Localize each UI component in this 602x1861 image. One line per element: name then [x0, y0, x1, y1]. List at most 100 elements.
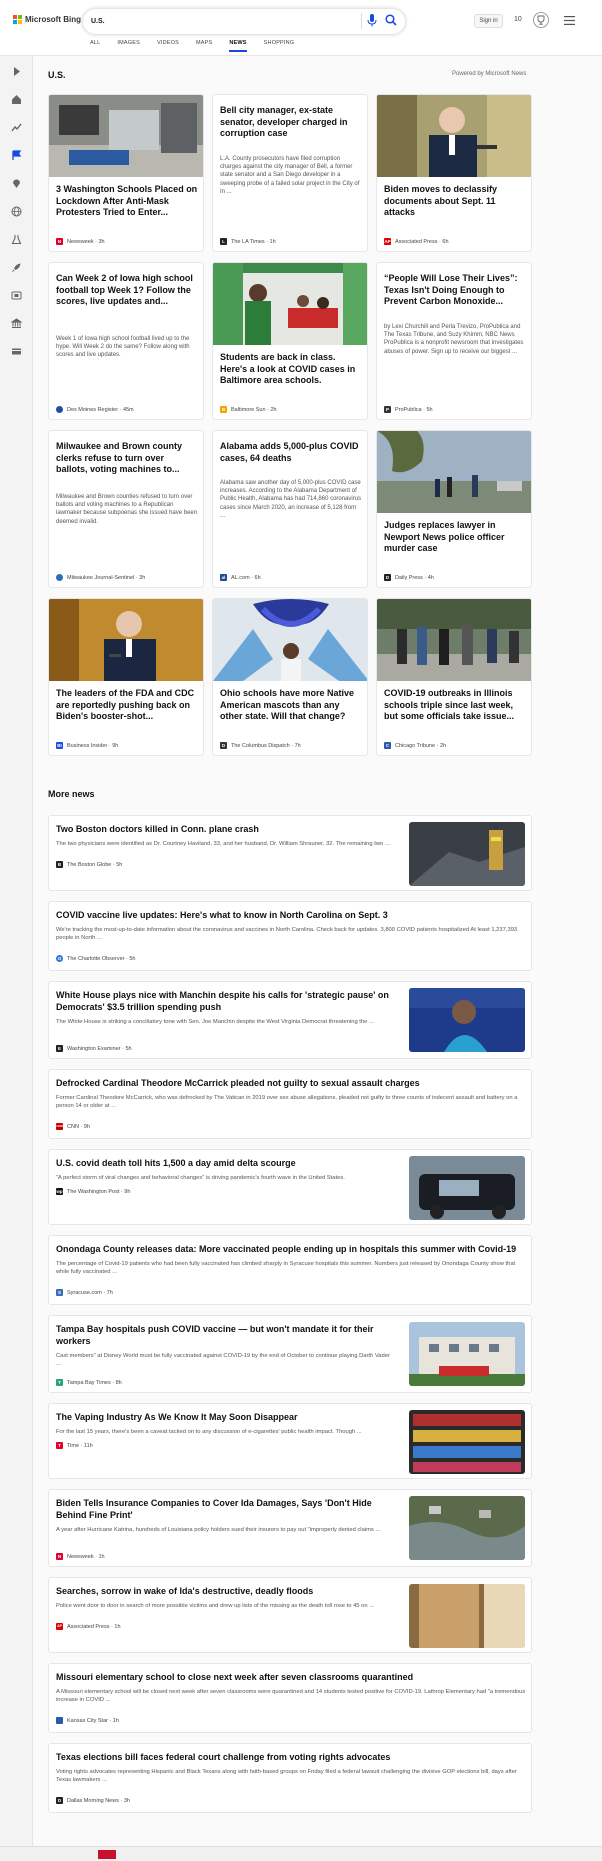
item-source[interactable]: AP Associated Press · 1h	[56, 1623, 121, 1630]
news-list-item[interactable]: Biden Tells Insurance Companies to Cover…	[48, 1489, 532, 1567]
item-source[interactable]: T Tampa Bay Times · 8h	[56, 1379, 122, 1386]
item-title[interactable]: The Vaping Industry As We Know It May So…	[56, 1411, 396, 1423]
search-input[interactable]	[91, 14, 341, 29]
news-card[interactable]: Judges replaces lawyer in Newport News p…	[376, 430, 532, 588]
card-title[interactable]: “People Will Lose Their Lives”: Texas Is…	[384, 273, 526, 308]
item-source[interactable]: Kansas City Star · 1h	[56, 1717, 119, 1724]
item-source[interactable]: O The Charlotte Observer · 5h	[56, 955, 135, 962]
card-title[interactable]: Ohio schools have more Native American m…	[220, 688, 362, 723]
card-title[interactable]: 3 Washington Schools Placed on Lockdown …	[56, 184, 198, 219]
news-card[interactable]: COVID-19 outbreaks in Illinois schools t…	[376, 598, 532, 756]
card-title[interactable]: The leaders of the FDA and CDC are repor…	[56, 688, 198, 723]
item-source[interactable]: S Syracuse.com · 7h	[56, 1289, 113, 1296]
card-title[interactable]: COVID-19 outbreaks in Illinois schools t…	[384, 688, 526, 723]
item-source[interactable]: B The Boston Globe · 5h	[56, 861, 122, 868]
source-name: Business Insider	[67, 742, 108, 749]
news-list-item[interactable]: Missouri elementary school to close next…	[48, 1663, 532, 1733]
item-source[interactable]: wp The Washington Post · 9h	[56, 1188, 130, 1195]
item-title[interactable]: Onondaga County releases data: More vacc…	[56, 1243, 526, 1255]
tab-all[interactable]: ALL	[90, 40, 100, 52]
location-pin-icon[interactable]	[11, 178, 22, 189]
news-list-item[interactable]: Onondaga County releases data: More vacc…	[48, 1235, 532, 1305]
trending-icon[interactable]	[11, 122, 22, 133]
news-list-item[interactable]: Searches, sorrow in wake of Ida's destru…	[48, 1577, 532, 1653]
news-list-item[interactable]: U.S. covid death toll hits 1,500 a day a…	[48, 1149, 532, 1225]
item-title[interactable]: White House plays nice with Manchin desp…	[56, 989, 396, 1013]
item-title[interactable]: Biden Tells Insurance Companies to Cover…	[56, 1497, 396, 1521]
card-source[interactable]: L The LA Times · 1h	[220, 238, 276, 245]
news-card[interactable]: The leaders of the FDA and CDC are repor…	[48, 598, 204, 756]
card-title[interactable]: Can Week 2 of Iowa high school football …	[56, 273, 198, 308]
news-card[interactable]: 3 Washington Schools Placed on Lockdown …	[48, 94, 204, 252]
news-card[interactable]: Bell city manager, ex-state senator, dev…	[212, 94, 368, 252]
item-title[interactable]: Searches, sorrow in wake of Ida's destru…	[56, 1585, 396, 1597]
card-title[interactable]: Students are back in class. Here's a loo…	[220, 352, 362, 387]
card-source[interactable]: Milwaukee Journal-Sentinel · 3h	[56, 574, 145, 581]
card-title[interactable]: Judges replaces lawyer in Newport News p…	[384, 520, 526, 555]
tab-maps[interactable]: MAPS	[196, 40, 212, 52]
sign-in-button[interactable]: Sign in	[474, 14, 503, 28]
news-card[interactable]: Biden moves to declassify documents abou…	[376, 94, 532, 252]
card-source[interactable]: C Chicago Tribune · 2h	[384, 742, 446, 749]
item-title[interactable]: U.S. covid death toll hits 1,500 a day a…	[56, 1157, 396, 1169]
item-title[interactable]: Defrocked Cardinal Theodore McCarrick pl…	[56, 1077, 526, 1089]
bing-logo[interactable]: Microsoft Bing	[13, 15, 81, 24]
news-card[interactable]: Ohio schools have more Native American m…	[212, 598, 368, 756]
card-title[interactable]: Milwaukee and Brown county clerks refuse…	[56, 441, 198, 476]
news-card[interactable]: Can Week 2 of Iowa high school football …	[48, 262, 204, 420]
item-title[interactable]: Missouri elementary school to close next…	[56, 1671, 526, 1683]
microphone-icon[interactable]	[367, 14, 377, 27]
card-source[interactable]: Des Moines Register · 45m	[56, 406, 134, 413]
news-list-item[interactable]: White House plays nice with Manchin desp…	[48, 981, 532, 1059]
item-source[interactable]: CNN CNN · 9h	[56, 1123, 90, 1130]
card-source[interactable]: N Newsweek · 3h	[56, 238, 105, 245]
news-list-item[interactable]: Texas elections bill faces federal court…	[48, 1743, 532, 1813]
money-icon[interactable]	[11, 346, 22, 357]
card-source[interactable]: B Baltimore Sun · 2h	[220, 406, 277, 413]
science-icon[interactable]	[11, 234, 22, 245]
us-flag-icon[interactable]	[11, 150, 22, 161]
item-source[interactable]: D Dallas Morning News · 3h	[56, 1797, 130, 1804]
tab-news[interactable]: NEWS	[229, 40, 247, 52]
item-source[interactable]: N Newsweek · 1h	[56, 1553, 105, 1560]
home-icon[interactable]	[11, 94, 22, 105]
news-card[interactable]: Milwaukee and Brown county clerks refuse…	[48, 430, 204, 588]
item-source[interactable]: E Washington Examiner · 5h	[56, 1045, 132, 1052]
news-list-item[interactable]: Tampa Bay hospitals push COVID vaccine —…	[48, 1315, 532, 1393]
powered-by[interactable]: Powered by Microsoft News	[452, 71, 526, 77]
news-card[interactable]: Students are back in class. Here's a loo…	[212, 262, 368, 420]
card-source[interactable]: BI Business Insider · 9h	[56, 742, 118, 749]
news-list-item[interactable]: COVID vaccine live updates: Here's what …	[48, 901, 532, 971]
item-title[interactable]: COVID vaccine live updates: Here's what …	[56, 909, 526, 921]
news-list-item[interactable]: The Vaping Industry As We Know It May So…	[48, 1403, 532, 1479]
tab-shopping[interactable]: SHOPPING	[264, 40, 295, 52]
item-title[interactable]: Tampa Bay hospitals push COVID vaccine —…	[56, 1323, 396, 1347]
item-title[interactable]: Texas elections bill faces federal court…	[56, 1751, 526, 1763]
news-list-item[interactable]: Defrocked Cardinal Theodore McCarrick pl…	[48, 1069, 532, 1139]
card-source[interactable]: AP Associated Press · 6h	[384, 238, 449, 245]
item-title[interactable]: Two Boston doctors killed in Conn. plane…	[56, 823, 396, 835]
rewards-trophy-icon[interactable]	[533, 12, 549, 28]
rocket-icon[interactable]	[11, 262, 22, 273]
card-source[interactable]: al AL.com · 6h	[220, 574, 261, 581]
news-card[interactable]: “People Will Lose Their Lives”: Texas Is…	[376, 262, 532, 420]
card-title[interactable]: Alabama adds 5,000-plus COVID cases, 64 …	[220, 441, 362, 464]
menu-icon[interactable]	[564, 16, 575, 25]
card-title[interactable]: Biden moves to declassify documents abou…	[384, 184, 526, 219]
expand-sidebar-icon[interactable]	[11, 66, 22, 77]
politics-icon[interactable]	[11, 318, 22, 329]
dallas-morning-news-icon: D	[56, 1797, 63, 1804]
card-source[interactable]: D The Columbus Dispatch · 7h	[220, 742, 301, 749]
globe-icon[interactable]	[11, 206, 22, 217]
news-card[interactable]: Alabama adds 5,000-plus COVID cases, 64 …	[212, 430, 368, 588]
search-icon[interactable]	[385, 14, 397, 26]
tab-images[interactable]: IMAGES	[117, 40, 140, 52]
card-title[interactable]: Bell city manager, ex-state senator, dev…	[220, 105, 362, 140]
card-source[interactable]: D Daily Press · 4h	[384, 574, 434, 581]
tab-videos[interactable]: VIDEOS	[157, 40, 179, 52]
entertainment-icon[interactable]	[11, 290, 22, 301]
item-source[interactable]: T Time · 11h	[56, 1442, 93, 1449]
source-time: 1h	[98, 1553, 105, 1560]
card-source[interactable]: P ProPublica · 5h	[384, 406, 433, 413]
news-list-item[interactable]: Two Boston doctors killed in Conn. plane…	[48, 815, 532, 891]
